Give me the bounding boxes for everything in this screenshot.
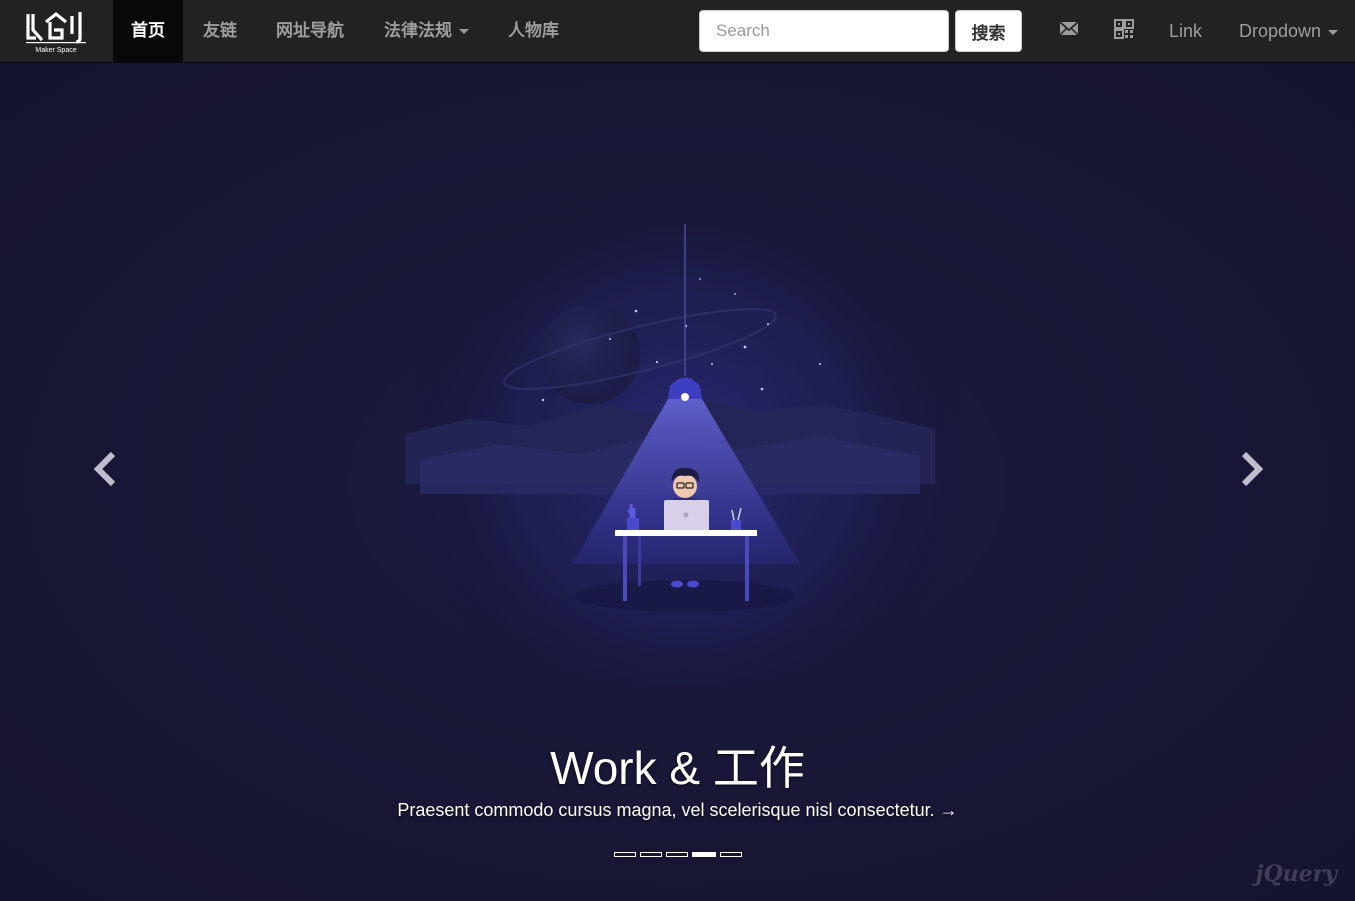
link-label: Link bbox=[1169, 21, 1203, 41]
carousel-next-button[interactable] bbox=[1231, 449, 1271, 489]
plant-pot bbox=[627, 518, 639, 530]
brand-logo[interactable]: Maker Space bbox=[22, 8, 92, 56]
watermark: jQuery bbox=[1255, 861, 1338, 887]
dropdown-label: Dropdown bbox=[1239, 21, 1322, 41]
nav-item-people[interactable]: 人物库 bbox=[490, 0, 577, 63]
navbar: Maker Space 首页 友链 网址导航 法律法规 人物库 搜索 bbox=[0, 0, 1355, 63]
nav-item-directory[interactable]: 网址导航 bbox=[258, 0, 362, 63]
hero-carousel: Work & 工作 Praesent commodo cursus magna,… bbox=[0, 64, 1355, 901]
indicator-3[interactable] bbox=[665, 852, 688, 857]
envelope-icon[interactable] bbox=[1058, 18, 1080, 40]
indicator-1[interactable] bbox=[613, 852, 636, 857]
carousel-indicators bbox=[0, 852, 1355, 857]
chevron-left-icon bbox=[93, 451, 116, 487]
indicator-4[interactable] bbox=[691, 852, 716, 857]
indicator-5[interactable] bbox=[719, 852, 742, 857]
search-button[interactable]: 搜索 bbox=[955, 10, 1022, 52]
nav-label: 友链 bbox=[203, 21, 237, 41]
carousel-caption-title: Work & 工作 bbox=[550, 742, 805, 794]
logo-icon: Maker Space bbox=[26, 11, 86, 54]
qrcode-icon[interactable] bbox=[1113, 18, 1135, 40]
desk-top bbox=[615, 530, 757, 536]
carousel-caption-text: Praesent commodo cursus magna, vel scele… bbox=[397, 800, 958, 820]
carousel-prev-button[interactable] bbox=[86, 449, 126, 489]
lamp-bulb bbox=[681, 393, 689, 401]
caret-down-icon bbox=[1328, 29, 1339, 35]
logo-subtext: Maker Space bbox=[35, 47, 76, 54]
search-input[interactable] bbox=[699, 10, 949, 52]
indicator-2[interactable] bbox=[639, 852, 662, 857]
chevron-right-icon bbox=[1241, 451, 1264, 487]
nav-label: 网址导航 bbox=[276, 21, 344, 41]
nav-label: 首页 bbox=[131, 21, 165, 41]
nav-item-laws-dropdown[interactable]: 法律法规 bbox=[366, 0, 487, 63]
nav-label: 人物库 bbox=[508, 21, 559, 41]
link-item[interactable]: Link bbox=[1169, 0, 1202, 63]
nav-label: 法律法规 bbox=[384, 21, 452, 41]
planet-shape bbox=[540, 304, 640, 404]
caret-down-icon bbox=[459, 28, 469, 34]
pencil-cup bbox=[731, 520, 741, 530]
dropdown-toggle[interactable]: Dropdown bbox=[1239, 0, 1339, 63]
nav-item-home[interactable]: 首页 bbox=[113, 0, 183, 63]
nav-item-links[interactable]: 友链 bbox=[185, 0, 255, 63]
